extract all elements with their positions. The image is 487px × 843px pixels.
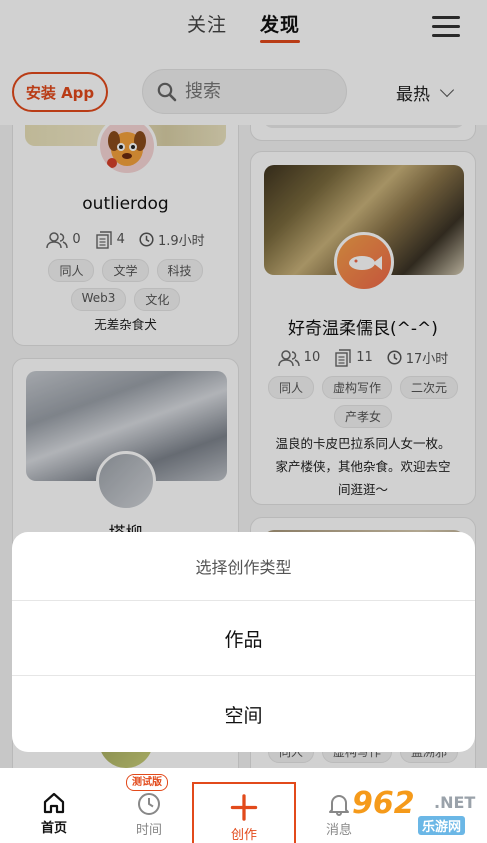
clock-icon — [138, 793, 160, 815]
nav-create[interactable]: 创作 — [192, 782, 296, 843]
nav-home-label: 首页 — [40, 821, 67, 836]
nav-create-label: 创作 — [230, 828, 257, 843]
beta-badge: 测试版 — [126, 774, 168, 791]
watermark-number: 962 — [352, 786, 415, 821]
plus-icon — [230, 794, 258, 821]
home-icon — [43, 792, 65, 814]
option-space[interactable]: 空间 — [12, 677, 475, 752]
create-type-sheet: 选择创作类型 作品 空间 — [12, 532, 475, 752]
nav-home[interactable]: 首页 — [9, 768, 99, 843]
bell-icon — [329, 795, 349, 816]
watermark-suffix: .NET — [434, 793, 476, 812]
nav-time-label: 时间 — [135, 823, 162, 838]
nav-messages-label: 消息 — [325, 823, 352, 838]
sheet-title: 选择创作类型 — [12, 532, 475, 601]
option-work[interactable]: 作品 — [12, 601, 475, 676]
watermark-site: 乐游网 — [418, 816, 466, 835]
site-watermark-logo: 962 .NET 乐游网 — [352, 786, 482, 838]
